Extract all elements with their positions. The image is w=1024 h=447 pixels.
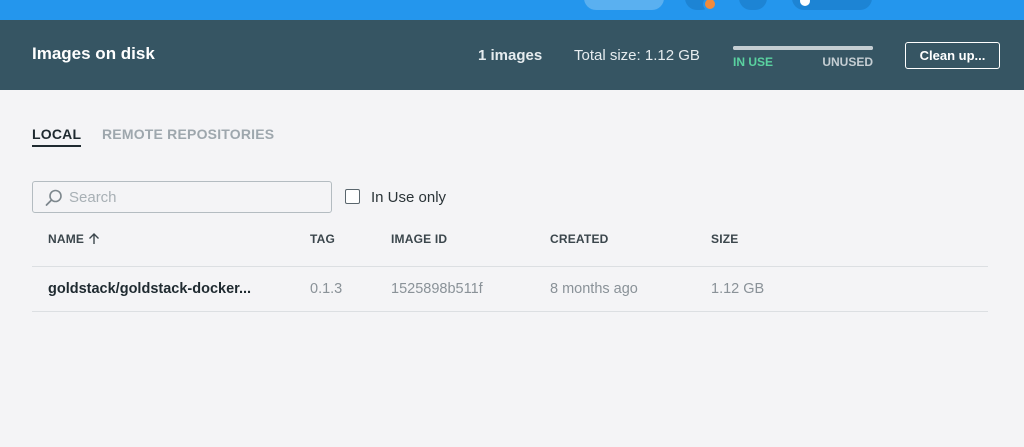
header-divider (32, 266, 988, 267)
column-header-tag[interactable]: TAG (310, 232, 335, 246)
tab-local[interactable]: LOCAL (32, 126, 82, 147)
unused-label: UNUSED (822, 55, 873, 69)
sign-in-button[interactable] (584, 0, 664, 10)
total-size: Total size: 1.12 GB (574, 47, 700, 64)
column-header-image-id[interactable]: IMAGE ID (391, 232, 447, 246)
image-created: 8 months ago (550, 281, 638, 297)
in-use-only-label: In Use only (371, 189, 447, 206)
clean-up-button[interactable]: Clean up... (905, 42, 1000, 69)
image-id: 1525898b511f (391, 281, 483, 297)
column-header-name[interactable]: NAME (48, 232, 100, 246)
usage-bar-fill (733, 46, 873, 50)
in-use-only-checkbox[interactable] (345, 189, 360, 204)
page-title: Images on disk (32, 44, 155, 63)
column-header-size[interactable]: SIZE (711, 232, 738, 246)
search-box (32, 181, 332, 213)
arrow-up-icon (89, 233, 100, 244)
disk-usage-meter: IN USE UNUSED (733, 46, 873, 72)
image-count: 1 images (478, 47, 543, 64)
tab-remote-repositories[interactable]: REMOTE REPOSITORIES (102, 126, 274, 142)
usage-bar (733, 46, 873, 50)
column-header-name-label: NAME (48, 232, 85, 246)
row-divider (32, 311, 988, 312)
account-button[interactable] (792, 0, 872, 10)
user-avatar-icon (800, 0, 810, 6)
image-tag: 0.1.3 (310, 281, 343, 297)
search-input[interactable] (69, 183, 324, 211)
image-size: 1.12 GB (711, 281, 765, 297)
column-header-created[interactable]: CREATED (550, 232, 609, 246)
images-header: Images on disk 1 images Total size: 1.12… (0, 20, 1024, 90)
in-use-label: IN USE (733, 55, 774, 69)
settings-gear-icon[interactable] (739, 0, 767, 10)
top-app-bar (0, 0, 1024, 20)
image-name: goldstack/goldstack-docker... (48, 281, 252, 297)
search-icon (45, 189, 62, 206)
notification-badge (703, 0, 717, 11)
